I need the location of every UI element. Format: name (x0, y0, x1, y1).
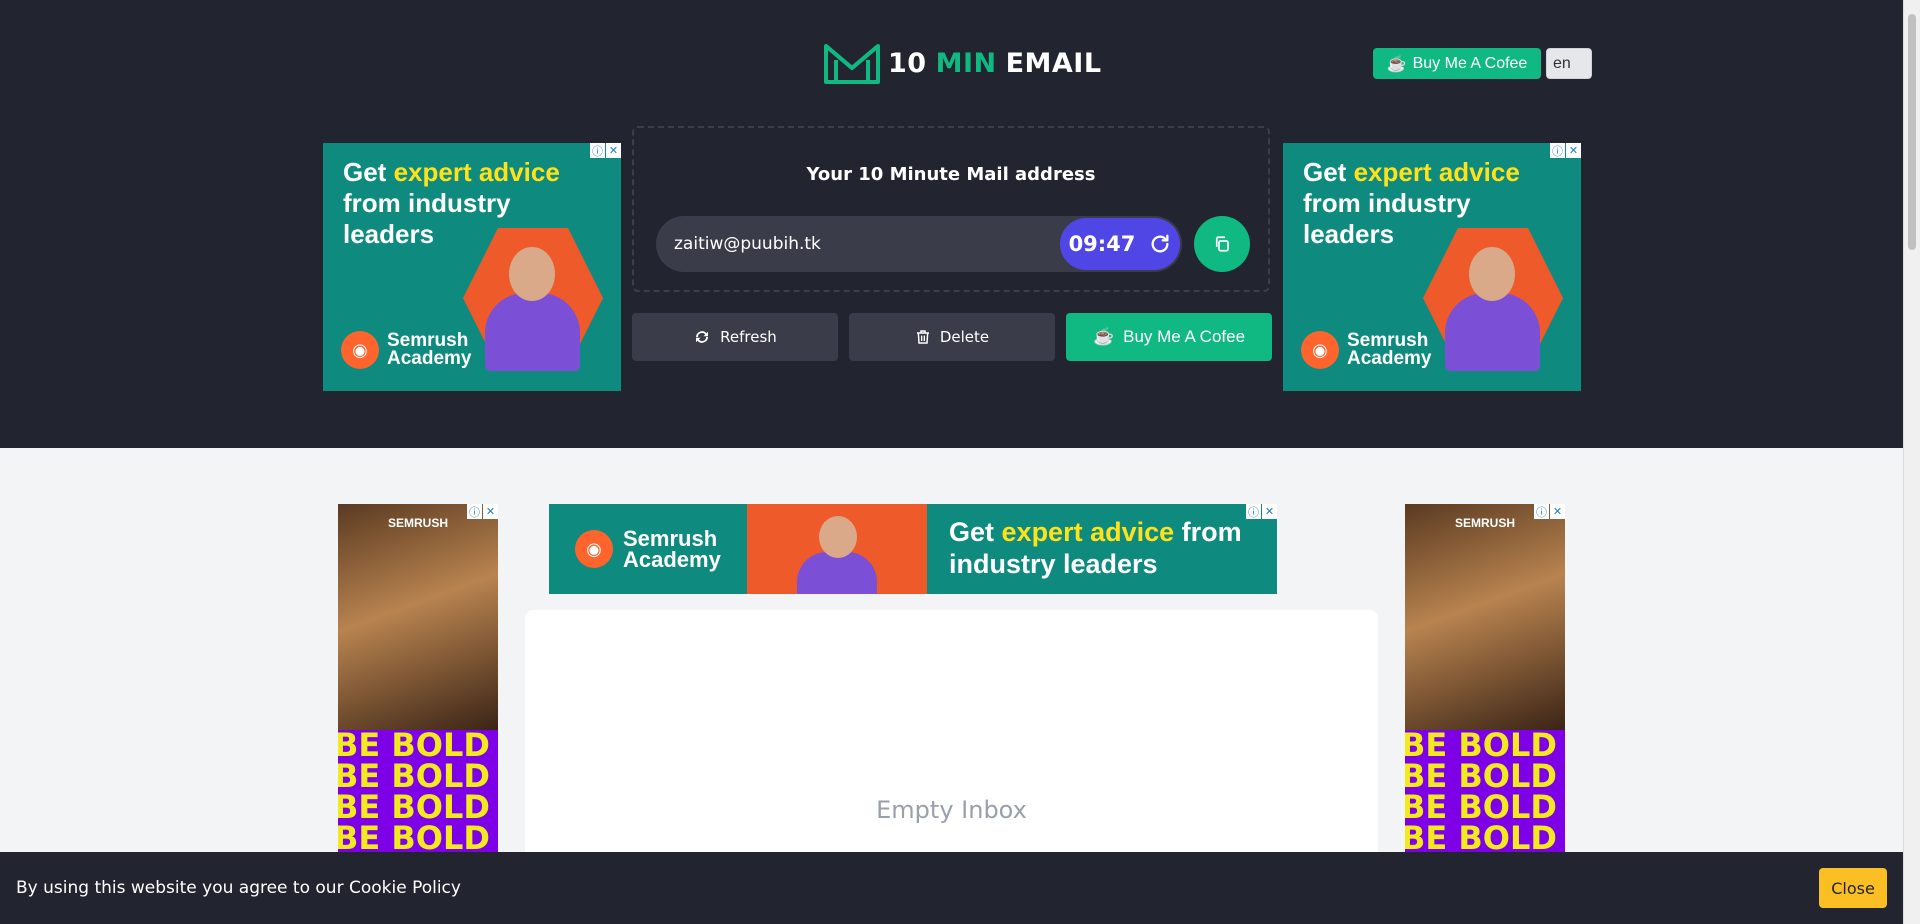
language-select-value: en (1553, 54, 1571, 72)
semrush-logo-icon: ◉ (575, 530, 613, 568)
email-address-text[interactable]: zaitiw@puubih.tk (674, 216, 821, 272)
ad-info-icon[interactable]: ⓘ (1550, 143, 1565, 158)
reset-timer-icon[interactable] (1149, 233, 1171, 255)
logo-text-part2: MIN (935, 47, 997, 79)
ad-photo: SEMRUSH (338, 504, 498, 730)
site-logo[interactable]: 10 MIN EMAIL (822, 38, 1102, 88)
ad-person-image (747, 504, 927, 594)
language-select[interactable]: en (1546, 48, 1592, 79)
ad-headline: Get expert advice from industry leaders (949, 516, 1269, 580)
empty-inbox-text: Empty Inbox (876, 796, 1027, 824)
header-buy-coffee-label: Buy Me A Cofee (1412, 54, 1528, 72)
ad-headline-post: from industry leaders (1303, 188, 1471, 249)
ad-choices[interactable]: ⓘ ✕ (467, 504, 498, 519)
ad-slogan-line: BE BOLD (338, 819, 490, 857)
ad-info-icon[interactable]: ⓘ (1246, 504, 1261, 519)
mail-address-box: Your 10 Minute Mail address zaitiw@puubi… (632, 126, 1270, 292)
ad-slogan-line: BE BOLD (1405, 819, 1557, 857)
refresh-button[interactable]: Refresh (632, 313, 838, 361)
ad-person-image (1445, 293, 1540, 371)
semrush-logo-icon: ◉ (341, 331, 379, 369)
delete-label: Delete (939, 328, 990, 346)
logo-text-part3: EMAIL (1005, 47, 1102, 79)
ad-photo: SEMRUSH (1405, 504, 1565, 730)
buy-coffee-label: Buy Me A Cofee (1123, 327, 1246, 346)
ad-brand-line2: Academy (1347, 348, 1432, 369)
ad-choices[interactable]: ⓘ ✕ (1534, 504, 1565, 519)
refresh-icon (696, 331, 709, 343)
ad-person-face (819, 516, 857, 558)
ad-choices[interactable]: ⓘ ✕ (1550, 143, 1581, 158)
ad-top-right[interactable]: Get expert advice from industry leaders … (1283, 143, 1581, 391)
ad-info-icon[interactable]: ⓘ (590, 143, 605, 158)
cookie-banner: By using this website you agree to our C… (0, 852, 1903, 924)
header-buy-coffee-button[interactable]: ☕ Buy Me A Cofee (1373, 48, 1541, 79)
scrollbar-thumb[interactable] (1908, 14, 1916, 250)
delete-button[interactable]: Delete (849, 313, 1055, 361)
countdown-timer[interactable]: 09:47 (1060, 218, 1180, 270)
ad-person-image (485, 293, 580, 371)
cookie-policy-text: By using this website you agree to our C… (16, 878, 461, 898)
cookie-close-button[interactable]: Close (1819, 868, 1887, 908)
page-scrollbar[interactable] (1903, 0, 1920, 924)
ad-close-icon[interactable]: ✕ (1550, 504, 1565, 519)
trash-icon (916, 330, 929, 344)
ad-brand: ◉ Semrush Academy (575, 526, 721, 572)
ad-headline-pre: Get (949, 517, 995, 547)
ad-brand-line2: Academy (387, 348, 472, 369)
ad-close-icon[interactable]: ✕ (1566, 143, 1581, 158)
ad-brand-line2: Academy (623, 547, 721, 572)
ad-close-icon[interactable]: ✕ (483, 504, 498, 519)
envelope-logo-icon (824, 44, 880, 84)
ad-close-icon[interactable]: ✕ (606, 143, 621, 158)
semrush-logo-icon: ◉ (1301, 331, 1339, 369)
ad-headline-post: from industry leaders (343, 188, 511, 249)
timer-value: 09:47 (1068, 232, 1136, 256)
ad-info-icon[interactable]: ⓘ (467, 504, 482, 519)
ad-headline-pre: Get (343, 157, 387, 187)
ad-headline-highlight: expert advice (1001, 517, 1175, 547)
logo-text: 10 MIN EMAIL (888, 48, 1102, 79)
copy-address-button[interactable] (1194, 216, 1250, 272)
coffee-cup-icon: ☕ (1386, 55, 1407, 73)
ad-person-hoodie (797, 552, 877, 594)
ad-close-icon[interactable]: ✕ (1262, 504, 1277, 519)
logo-text-part1: 10 (888, 47, 927, 79)
ad-person-face (509, 247, 555, 301)
buy-coffee-button[interactable]: ☕ Buy Me A Cofee (1066, 313, 1272, 361)
ad-headline-highlight: expert advice (1353, 157, 1520, 187)
ad-brand: ◉ Semrush Academy (341, 331, 472, 369)
ad-headline-pre: Get (1303, 157, 1347, 187)
copy-icon (1215, 236, 1229, 252)
email-address-field[interactable]: zaitiw@puubih.tk 09:47 (656, 216, 1182, 272)
ad-brand-line1: Semrush (623, 526, 718, 551)
refresh-label: Refresh (720, 328, 777, 346)
ad-info-icon[interactable]: ⓘ (1534, 504, 1549, 519)
ad-top-left[interactable]: Get expert advice from industry leaders … (323, 143, 621, 391)
coffee-cup-icon: ☕ (1092, 327, 1115, 346)
ad-person-face (1469, 247, 1515, 301)
banner-ad[interactable]: ◉ Semrush Academy Get expert advice from… (549, 504, 1277, 594)
ad-choices[interactable]: ⓘ ✕ (1246, 504, 1277, 519)
ad-brand: ◉ Semrush Academy (1301, 331, 1432, 369)
ad-headline-highlight: expert advice (393, 157, 560, 187)
ad-choices[interactable]: ⓘ ✕ (590, 143, 621, 158)
mail-address-title: Your 10 Minute Mail address (806, 164, 1096, 185)
